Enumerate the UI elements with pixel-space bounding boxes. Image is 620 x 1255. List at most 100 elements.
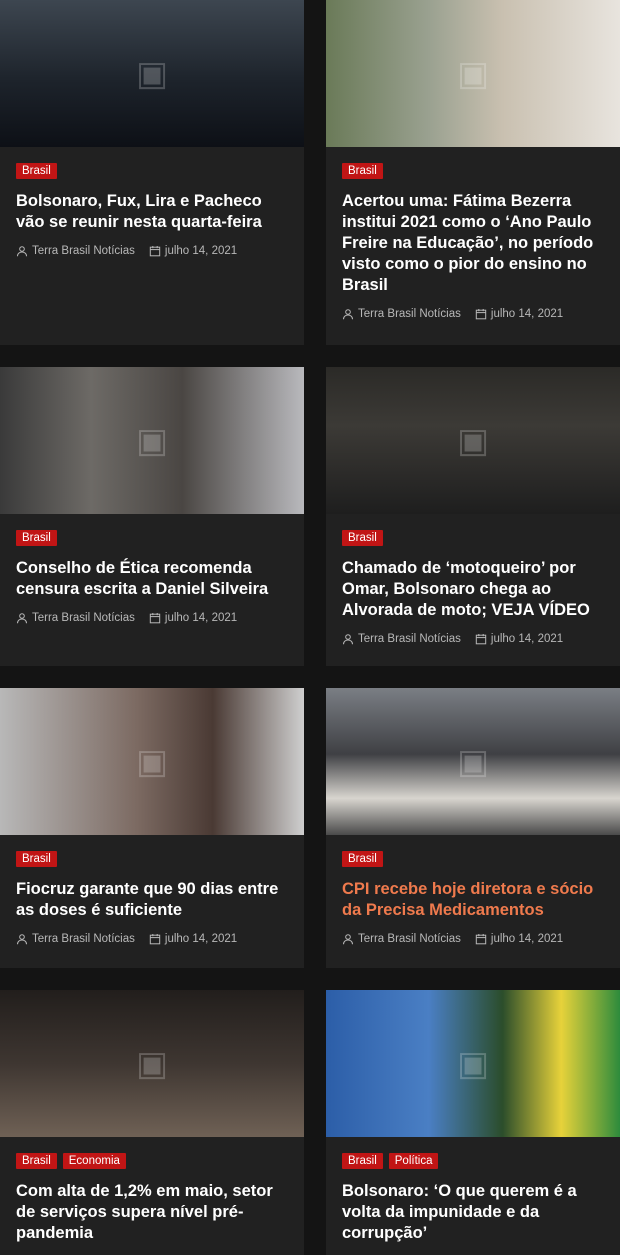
- category-list: Brasil: [16, 851, 288, 867]
- author-meta[interactable]: Terra Brasil Notícias: [16, 612, 135, 624]
- article-thumbnail[interactable]: ▣: [326, 0, 620, 147]
- article-body: Brasil Economia Com alta de 1,2% em maio…: [0, 1137, 304, 1255]
- article-title[interactable]: Acertou uma: Fátima Bezerra institui 202…: [342, 191, 604, 296]
- author-name: Terra Brasil Notícias: [32, 933, 135, 945]
- article-title[interactable]: Bolsonaro, Fux, Lira e Pacheco vão se re…: [16, 191, 288, 233]
- author-name: Terra Brasil Notícias: [358, 933, 461, 945]
- article-card: ▣ Brasil Fiocruz garante que 90 dias ent…: [0, 688, 304, 968]
- article-meta: Terra Brasil Notícias julho 14, 2021: [342, 933, 604, 945]
- date-meta[interactable]: julho 14, 2021: [149, 612, 237, 624]
- article-date: julho 14, 2021: [164, 612, 238, 624]
- calendar-icon: [149, 245, 161, 257]
- calendar-icon: [475, 633, 487, 645]
- user-icon: [16, 245, 28, 257]
- calendar-icon: [475, 933, 487, 945]
- category-badge[interactable]: Brasil: [342, 1153, 383, 1169]
- article-thumbnail[interactable]: ▣: [326, 367, 620, 514]
- category-badge[interactable]: Política: [388, 1153, 439, 1169]
- article-date: julho 14, 2021: [490, 308, 564, 320]
- article-thumbnail[interactable]: ▣: [0, 0, 304, 147]
- category-list: Brasil Economia: [16, 1153, 288, 1169]
- author-meta[interactable]: Terra Brasil Notícias: [342, 308, 461, 320]
- date-meta[interactable]: julho 14, 2021: [475, 308, 563, 320]
- article-body: Brasil Acertou uma: Fátima Bezerra insti…: [326, 147, 620, 338]
- article-body: Brasil Chamado de ‘motoqueiro’ por Omar,…: [326, 514, 620, 663]
- photo-icon: ▣: [456, 420, 490, 461]
- article-body: Brasil Conselho de Ética recomenda censu…: [0, 514, 304, 642]
- article-card: ▣ Brasil Acertou uma: Fátima Bezerra ins…: [326, 0, 620, 345]
- calendar-icon: [149, 933, 161, 945]
- user-icon: [342, 308, 354, 320]
- article-meta: Terra Brasil Notícias julho 14, 2021: [342, 308, 604, 320]
- article-date: julho 14, 2021: [490, 633, 564, 645]
- author-meta[interactable]: Terra Brasil Notícias: [16, 933, 135, 945]
- article-date: julho 14, 2021: [164, 245, 238, 257]
- article-thumbnail[interactable]: ▣: [326, 688, 620, 835]
- photo-icon: ▣: [456, 1043, 490, 1084]
- article-thumbnail[interactable]: ▣: [326, 990, 620, 1137]
- category-badge[interactable]: Brasil: [342, 163, 383, 179]
- article-card: ▣ Brasil Política Bolsonaro: ‘O que quer…: [326, 990, 620, 1255]
- user-icon: [16, 612, 28, 624]
- date-meta[interactable]: julho 14, 2021: [475, 933, 563, 945]
- author-meta[interactable]: Terra Brasil Notícias: [16, 245, 135, 257]
- author-meta[interactable]: Terra Brasil Notícias: [342, 633, 461, 645]
- photo-icon: ▣: [135, 1043, 169, 1084]
- article-meta: Terra Brasil Notícias julho 14, 2021: [16, 245, 288, 257]
- article-meta: Terra Brasil Notícias julho 14, 2021: [16, 612, 288, 624]
- category-list: Brasil: [342, 530, 604, 546]
- author-name: Terra Brasil Notícias: [32, 612, 135, 624]
- article-body: Brasil Bolsonaro, Fux, Lira e Pacheco vã…: [0, 147, 304, 275]
- author-name: Terra Brasil Notícias: [32, 245, 135, 257]
- user-icon: [16, 933, 28, 945]
- article-card: ▣ Brasil Conselho de Ética recomenda cen…: [0, 367, 304, 666]
- calendar-icon: [475, 308, 487, 320]
- article-body: Brasil CPI recebe hoje diretora e sócio …: [326, 835, 620, 963]
- photo-icon: ▣: [135, 420, 169, 461]
- user-icon: [342, 633, 354, 645]
- article-body: Brasil Política Bolsonaro: ‘O que querem…: [326, 1137, 620, 1255]
- category-badge[interactable]: Brasil: [16, 530, 57, 546]
- calendar-icon: [149, 612, 161, 624]
- category-list: Brasil: [342, 163, 604, 179]
- article-date: julho 14, 2021: [490, 933, 564, 945]
- photo-icon: ▣: [456, 53, 490, 94]
- article-date: julho 14, 2021: [164, 933, 238, 945]
- category-badge[interactable]: Brasil: [16, 163, 57, 179]
- category-badge[interactable]: Brasil: [16, 1153, 57, 1169]
- category-list: Brasil: [16, 530, 288, 546]
- article-title[interactable]: CPI recebe hoje diretora e sócio da Prec…: [342, 879, 604, 921]
- article-title[interactable]: Chamado de ‘motoqueiro’ por Omar, Bolson…: [342, 558, 604, 621]
- photo-icon: ▣: [456, 741, 490, 782]
- category-badge[interactable]: Brasil: [342, 530, 383, 546]
- article-card: ▣ Brasil Bolsonaro, Fux, Lira e Pacheco …: [0, 0, 304, 345]
- date-meta[interactable]: julho 14, 2021: [149, 245, 237, 257]
- category-badge[interactable]: Brasil: [16, 851, 57, 867]
- author-name: Terra Brasil Notícias: [358, 308, 461, 320]
- article-thumbnail[interactable]: ▣: [0, 688, 304, 835]
- article-title[interactable]: Fiocruz garante que 90 dias entre as dos…: [16, 879, 288, 921]
- user-icon: [342, 933, 354, 945]
- photo-icon: ▣: [135, 53, 169, 94]
- article-title[interactable]: Com alta de 1,2% em maio, setor de servi…: [16, 1181, 288, 1244]
- author-meta[interactable]: Terra Brasil Notícias: [342, 933, 461, 945]
- category-badge[interactable]: Brasil: [342, 851, 383, 867]
- article-grid: ▣ Brasil Bolsonaro, Fux, Lira e Pacheco …: [0, 0, 620, 1255]
- date-meta[interactable]: julho 14, 2021: [475, 633, 563, 645]
- article-title[interactable]: Bolsonaro: ‘O que querem é a volta da im…: [342, 1181, 604, 1244]
- article-thumbnail[interactable]: ▣: [0, 367, 304, 514]
- category-list: Brasil: [16, 163, 288, 179]
- photo-icon: ▣: [135, 741, 169, 782]
- article-card: ▣ Brasil Chamado de ‘motoqueiro’ por Oma…: [326, 367, 620, 666]
- article-body: Brasil Fiocruz garante que 90 dias entre…: [0, 835, 304, 963]
- article-card: ▣ Brasil Economia Com alta de 1,2% em ma…: [0, 990, 304, 1255]
- article-title[interactable]: Conselho de Ética recomenda censura escr…: [16, 558, 288, 600]
- author-name: Terra Brasil Notícias: [358, 633, 461, 645]
- category-badge[interactable]: Economia: [62, 1153, 126, 1169]
- category-list: Brasil: [342, 851, 604, 867]
- category-list: Brasil Política: [342, 1153, 604, 1169]
- article-meta: Terra Brasil Notícias julho 14, 2021: [342, 633, 604, 645]
- article-card: ▣ Brasil CPI recebe hoje diretora e sóci…: [326, 688, 620, 968]
- date-meta[interactable]: julho 14, 2021: [149, 933, 237, 945]
- article-thumbnail[interactable]: ▣: [0, 990, 304, 1137]
